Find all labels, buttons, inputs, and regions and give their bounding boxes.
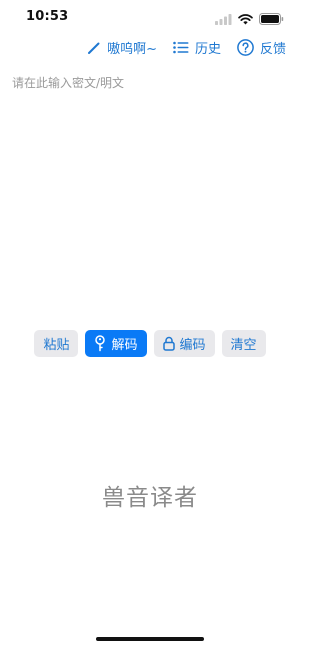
status-icons (215, 10, 284, 29)
home-indicator (96, 637, 204, 641)
question-circle-icon (237, 39, 254, 56)
clear-button[interactable]: 清空 (221, 330, 266, 357)
cipher-text-input[interactable] (12, 74, 288, 314)
nickname-label: 嗷呜啊~ (107, 42, 157, 57)
encode-label: 编码 (179, 338, 206, 353)
feedback-button[interactable]: 反馈 (237, 38, 286, 57)
decode-button[interactable]: 解码 (85, 330, 147, 357)
battery-icon (259, 10, 284, 29)
text-editor (12, 74, 288, 314)
status-bar: 10:53 (0, 0, 300, 34)
decode-label: 解码 (111, 338, 138, 353)
feedback-label: 反馈 (259, 42, 286, 57)
wifi-icon (238, 10, 253, 29)
key-icon (94, 335, 106, 352)
encode-button[interactable]: 编码 (153, 330, 215, 357)
pencil-icon (87, 41, 101, 55)
list-icon (173, 41, 189, 54)
top-toolbar: 嗷呜啊~ 历史 反馈 (87, 38, 286, 57)
signal-icon (215, 10, 232, 29)
history-label: 历史 (194, 42, 221, 57)
paste-label: 粘贴 (43, 338, 70, 353)
lock-icon (162, 336, 175, 351)
action-row: 粘贴 解码 编码 清空 (0, 330, 300, 357)
clear-label: 清空 (230, 338, 257, 353)
paste-button[interactable]: 粘贴 (34, 330, 79, 357)
app-brand-title: 兽音译者 (102, 485, 198, 511)
status-time: 10:53 (26, 9, 69, 24)
history-button[interactable]: 历史 (173, 38, 221, 57)
nickname-button[interactable]: 嗷呜啊~ (87, 38, 157, 57)
